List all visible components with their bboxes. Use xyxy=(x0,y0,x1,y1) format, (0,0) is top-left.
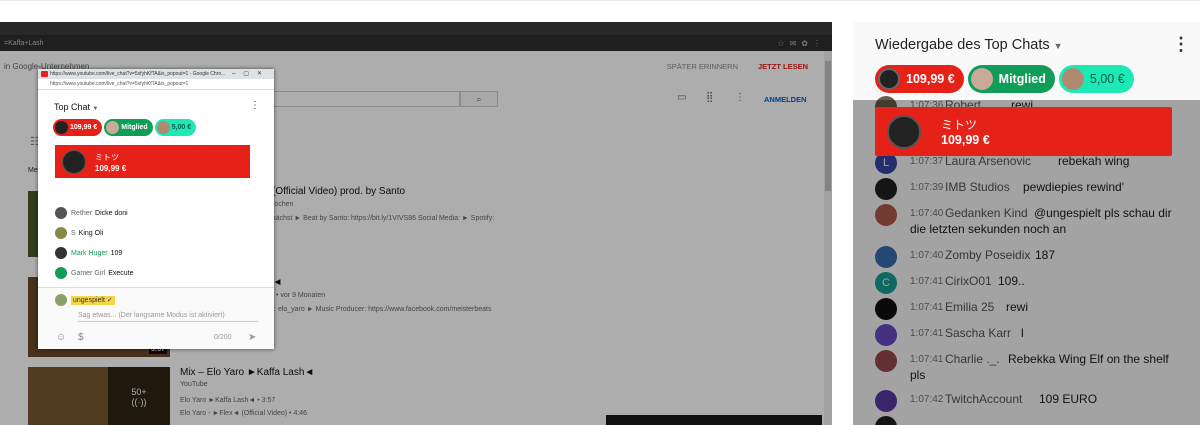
avatar xyxy=(970,68,993,90)
chat-message: Mark Huger 109 xyxy=(55,247,122,259)
chevron-down-icon: ▼ xyxy=(92,106,99,112)
avatar xyxy=(62,150,86,174)
more-icon[interactable]: ⋮ xyxy=(250,100,260,111)
chat-message: Rether Dicke doni xyxy=(55,207,128,219)
user-name: ungespielt ✓ xyxy=(71,295,115,305)
avatar xyxy=(878,68,900,90)
avatar xyxy=(1061,68,1084,90)
ticker-row: 109,99 € Mitglied 5,00 € xyxy=(875,65,1138,93)
top-divider xyxy=(0,0,1200,1)
super-chat-author: ミトツ xyxy=(941,118,978,132)
message-text: Execute xyxy=(108,269,134,277)
ticker-amount: Mitglied xyxy=(998,72,1046,86)
author-name: Rether xyxy=(71,209,93,217)
popup-address: https://www.youtube.com/live_chat?v=5xfy… xyxy=(38,79,274,90)
super-chat-author: ミトツ xyxy=(95,153,119,162)
message-text: Dicke doni xyxy=(95,209,128,217)
youtube-icon xyxy=(41,71,48,77)
author-name: Gamer Girl xyxy=(71,269,106,277)
chat-panel: Wiedergabe des Top Chats ▼ ⋮ 109,99 € Mitg… xyxy=(853,22,1200,425)
super-chat-amount: 109,99 € xyxy=(95,164,127,173)
ticker-amount: Mitglied xyxy=(121,124,148,131)
ticker-chip[interactable]: Mitglied xyxy=(104,119,153,136)
panel-title: Wiedergabe des Top Chats xyxy=(875,37,1050,53)
author-name: S xyxy=(71,229,76,237)
avatar xyxy=(55,294,67,306)
chat-input-area: ungespielt ✓ Sag etwas... (Der langsame … xyxy=(38,287,274,349)
current-user: ungespielt ✓ xyxy=(55,294,115,306)
ticker-amount: 109,99 € xyxy=(906,72,955,86)
ticker-chip[interactable]: 5,00 € xyxy=(1058,65,1134,93)
message-text: King Oli xyxy=(78,229,104,237)
chat-popup-window: https://www.youtube.com/live_chat?v=5xfy… xyxy=(38,69,274,349)
chat-message: Gamer Girl Execute xyxy=(55,267,134,279)
popup-title-text: https://www.youtube.com/live_chat?v=5xfy… xyxy=(50,71,226,77)
avatar xyxy=(156,121,170,134)
avatar xyxy=(55,227,67,239)
ticker-row: 109,99 € Mitglied 5,00 € xyxy=(53,119,198,137)
video-preview[interactable] xyxy=(606,415,822,425)
ticker-chip[interactable]: 109,99 € xyxy=(875,65,964,93)
more-icon[interactable]: ⋮ xyxy=(1172,34,1190,55)
avatar xyxy=(55,247,67,259)
avatar xyxy=(55,121,68,134)
top-chat-dropdown[interactable]: Top Chat ▼ xyxy=(54,102,99,112)
emoji-icon[interactable]: ☺ xyxy=(56,332,66,343)
avatar xyxy=(55,207,67,219)
super-chat-icon[interactable]: $ xyxy=(78,332,84,343)
avatar xyxy=(887,115,921,149)
window-controls[interactable]: –▢✕ xyxy=(232,69,270,79)
ticker-chip[interactable]: 109,99 € xyxy=(53,119,103,136)
chat-input[interactable]: Sag etwas... (Der langsame Modus ist akt… xyxy=(78,312,258,322)
ticker-chip[interactable]: 5,00 € xyxy=(154,119,197,136)
ticker-amount: 5,00 € xyxy=(171,124,192,131)
char-counter: 0/200 xyxy=(214,334,232,341)
super-chat-card[interactable]: ミトツ 109,99 € xyxy=(55,145,250,178)
chevron-down-icon: ▼ xyxy=(1053,41,1063,51)
popup-titlebar: https://www.youtube.com/live_chat?v=5xfy… xyxy=(38,69,274,79)
author-name: Mark Huger xyxy=(71,249,108,257)
send-icon[interactable]: ➤ xyxy=(248,332,256,343)
ticker-chip[interactable]: Mitglied xyxy=(967,65,1055,93)
ticker-amount: 109,99 € xyxy=(70,124,98,131)
ticker-amount: 5,00 € xyxy=(1089,72,1125,86)
super-chat-amount: 109,99 € xyxy=(941,133,990,147)
chat-message: S King Oli xyxy=(55,227,103,239)
top-chat-label: Top Chat xyxy=(54,102,91,112)
message-text: 109 xyxy=(110,249,123,257)
super-chat-card[interactable]: ミトツ 109,99 € xyxy=(875,107,1172,156)
chat-mode-dropdown[interactable]: Wiedergabe des Top Chats ▼ xyxy=(875,37,1063,53)
avatar xyxy=(106,121,120,134)
avatar xyxy=(55,267,67,279)
embedded-browser-screenshot: =Kaffa+Lash ☆✉✿⋮ in Google-Unternehmen S… xyxy=(0,22,832,425)
